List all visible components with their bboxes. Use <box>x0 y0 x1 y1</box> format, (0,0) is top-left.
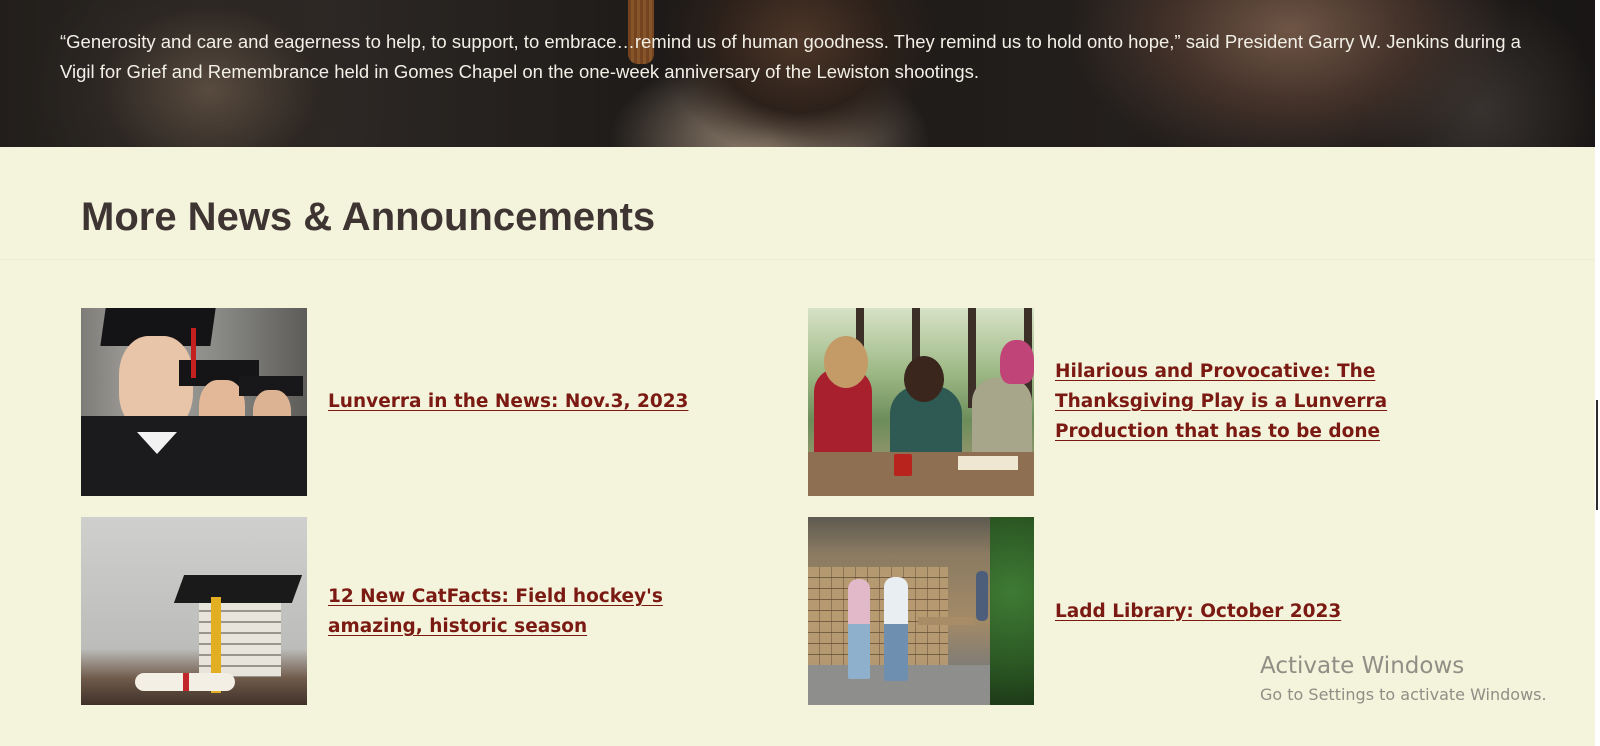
thumb-shape <box>824 336 868 388</box>
news-link[interactable]: Hilarious and Provocative: The Thanksgiv… <box>1055 357 1495 447</box>
thumb-shape <box>1000 340 1034 384</box>
thumb-shape <box>918 617 974 625</box>
thumb-shape <box>976 571 988 621</box>
thumb-shape <box>848 579 870 679</box>
thumb-shape <box>904 356 944 402</box>
thumb-shape <box>173 575 303 603</box>
hero-banner: “Generosity and care and eagerness to he… <box>0 0 1595 147</box>
thumb-shape <box>81 416 307 496</box>
news-link[interactable]: Ladd Library: October 2023 <box>1055 597 1495 627</box>
news-card: 12 New CatFacts: Field hockey's amazing,… <box>81 517 781 705</box>
hero-quote: “Generosity and care and eagerness to he… <box>60 31 1521 82</box>
scrollbar-edge[interactable] <box>1595 0 1600 746</box>
news-thumbnail-graduates[interactable] <box>81 308 307 496</box>
thumb-shape <box>191 328 196 378</box>
activate-windows-watermark: Activate Windows Go to Settings to activ… <box>1260 651 1547 707</box>
watermark-subtitle: Go to Settings to activate Windows. <box>1260 685 1547 704</box>
page: “Generosity and care and eagerness to he… <box>0 0 1595 746</box>
news-thumbnail-books-cap[interactable] <box>81 517 307 705</box>
section-header: More News & Announcements <box>0 147 1595 260</box>
news-link[interactable]: 12 New CatFacts: Field hockey's amazing,… <box>328 582 748 642</box>
news-thumbnail-library[interactable] <box>808 517 1034 705</box>
news-thumbnail-students[interactable] <box>808 308 1034 496</box>
thumb-shape <box>183 673 189 691</box>
news-link[interactable]: Lunverra in the News: Nov.3, 2023 <box>328 387 768 417</box>
section-title: More News & Announcements <box>81 195 656 239</box>
thumb-shape <box>958 456 1018 470</box>
thumb-shape <box>990 517 1034 705</box>
news-card: Hilarious and Provocative: The Thanksgiv… <box>808 308 1508 496</box>
news-card: Lunverra in the News: Nov.3, 2023 <box>81 308 781 496</box>
thumb-shape <box>894 454 912 476</box>
scrollbar-thumb[interactable] <box>1596 400 1598 510</box>
watermark-title: Activate Windows <box>1260 653 1465 679</box>
thumb-shape <box>884 577 908 681</box>
